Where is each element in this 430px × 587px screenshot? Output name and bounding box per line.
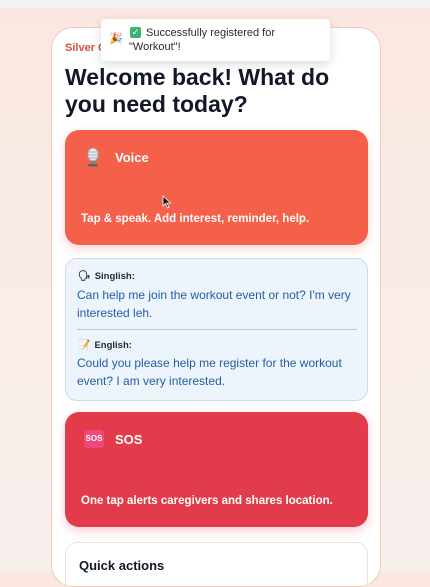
speech-icon: 🗣 <box>78 271 91 282</box>
sos-button[interactable]: SOS SOS One tap alerts caregivers and sh… <box>65 412 368 527</box>
translation-panel: 🗣 Singlish: Can help me join the workout … <box>65 258 368 401</box>
divider <box>77 329 357 330</box>
voice-title: Voice <box>115 150 149 165</box>
quick-actions-panel: Quick actions <box>65 542 368 586</box>
success-toast: 🎉 ✓ Successfully registered for "Workout… <box>101 19 330 61</box>
app-brand: Silver C <box>65 42 106 54</box>
voice-description: Tap & speak. Add interest, reminder, hel… <box>81 213 310 225</box>
pen-icon: 📝 <box>78 340 91 351</box>
english-label-row: 📝 English: <box>78 340 132 351</box>
page-title: Welcome back! What do you need today? <box>65 64 330 117</box>
singlish-label: Singlish: <box>94 271 135 282</box>
app-screen: Silver C Welcome back! What do you need … <box>51 27 381 587</box>
party-popper-icon: 🎉 <box>109 33 123 45</box>
quick-actions-title: Quick actions <box>79 558 165 573</box>
voice-button[interactable]: Voice Tap & speak. Add interest, reminde… <box>65 130 368 245</box>
singlish-text: Can help me join the workout event or no… <box>77 288 351 320</box>
sos-title: SOS <box>115 432 143 447</box>
sos-description: One tap alerts caregivers and shares loc… <box>81 495 333 507</box>
toast-message: Successfully registered for "Workout"! <box>129 27 275 53</box>
english-text: Could you please help me register for th… <box>77 356 342 388</box>
browser-top-strip <box>0 0 430 8</box>
mouse-cursor-icon <box>162 195 172 209</box>
microphone-icon <box>87 147 99 167</box>
sos-icon: SOS <box>84 430 104 448</box>
singlish-label-row: 🗣 Singlish: <box>78 271 135 282</box>
english-label: English: <box>94 340 132 351</box>
